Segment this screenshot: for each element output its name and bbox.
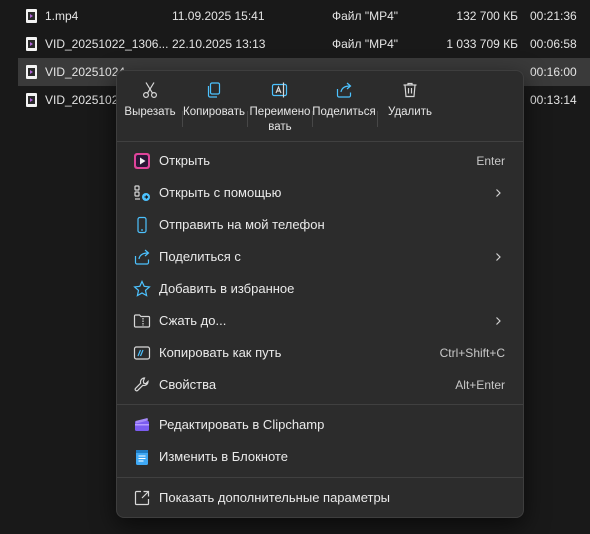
- file-name: VID_20251024: [45, 65, 126, 79]
- menu-item-edit-in-notepad[interactable]: Изменить в Блокноте: [121, 442, 519, 472]
- file-name: 1.mp4: [45, 9, 79, 23]
- media-player-icon: [134, 153, 150, 169]
- file-duration: 00:06:58: [530, 37, 577, 51]
- menu-item-copy-as-path[interactable]: Копировать как путь Ctrl+Shift+C: [121, 338, 519, 368]
- menu-item-label: Открыть: [159, 153, 211, 168]
- clipchamp-icon: [135, 418, 149, 431]
- menu-item-shortcut: Enter: [476, 154, 505, 168]
- more-options-icon: [134, 490, 150, 506]
- zip-folder-icon: [133, 314, 151, 328]
- menu-item-properties[interactable]: Свойства Alt+Enter: [121, 370, 519, 400]
- menu-item-label: Показать дополнительные параметры: [159, 490, 391, 505]
- toolbar-divider: [312, 111, 313, 127]
- rename-icon: [271, 82, 288, 98]
- menu-item-label: Изменить в Блокноте: [159, 449, 288, 464]
- menu-item-open-with[interactable]: Открыть с помощью: [121, 178, 519, 208]
- menu-item-shortcut: Ctrl+Shift+C: [439, 346, 505, 360]
- context-menu-toolbar: Вырезать Копировать Переименовать Подели…: [117, 71, 523, 139]
- menu-item-label: Копировать как путь: [159, 345, 282, 360]
- share-icon: [336, 82, 352, 98]
- rename-button[interactable]: Переименовать: [248, 77, 312, 139]
- chevron-right-icon: [496, 189, 501, 197]
- scissors-icon: [142, 82, 158, 99]
- file-duration: 00:16:00: [530, 65, 577, 79]
- cut-label: Вырезать: [124, 106, 176, 118]
- share-button[interactable]: Поделиться: [312, 77, 376, 139]
- context-menu: Вырезать Копировать Переименовать Подели…: [116, 70, 524, 518]
- file-row[interactable]: 1.mp4 11.09.2025 15:41 Файл "MP4" 132 70…: [18, 2, 590, 30]
- menu-item-edit-in-clipchamp[interactable]: Редактировать в Clipchamp: [121, 410, 519, 440]
- menu-item-label: Свойства: [159, 377, 217, 392]
- file-type: Файл "MP4": [332, 37, 399, 51]
- menu-item-send-to-phone[interactable]: Отправить на мой телефон: [121, 210, 519, 240]
- cut-button[interactable]: Вырезать: [118, 77, 182, 139]
- toolbar-divider: [182, 111, 183, 127]
- menu-item-label: Добавить в избранное: [159, 281, 295, 296]
- menu-item-label: Поделиться с: [159, 249, 241, 264]
- menu-item-label: Редактировать в Clipchamp: [159, 417, 325, 432]
- menu-item-open[interactable]: Открыть Enter: [121, 146, 519, 176]
- file-size: 1 033 709 КБ: [446, 37, 518, 51]
- file-size: 132 700 КБ: [456, 9, 518, 23]
- file-type: Файл "MP4": [332, 9, 399, 23]
- menu-item-label: Отправить на мой телефон: [159, 217, 325, 232]
- copy-label: Копировать: [183, 106, 245, 118]
- copy-button[interactable]: Копировать: [182, 77, 246, 139]
- file-date: 22.10.2025 13:13: [172, 37, 266, 51]
- file-row[interactable]: VID_20251022_1306... 22.10.2025 13:13 Фа…: [18, 30, 590, 58]
- video-file-icon: [26, 9, 37, 23]
- menu-separator: [117, 477, 523, 478]
- toolbar-divider: [377, 111, 378, 127]
- share-label: Поделиться: [312, 106, 376, 118]
- star-icon: [133, 280, 151, 297]
- file-name: VID_20251024: [45, 93, 126, 107]
- video-file-icon: [26, 65, 37, 79]
- menu-separator: [117, 404, 523, 405]
- delete-label: Удалить: [388, 106, 432, 118]
- open-with-icon: [134, 185, 150, 201]
- menu-item-label: Сжать до...: [159, 313, 227, 328]
- video-file-icon: [26, 37, 37, 51]
- file-date: 11.09.2025 15:41: [172, 9, 265, 23]
- phone-icon: [137, 216, 147, 234]
- video-file-icon: [26, 93, 37, 107]
- copy-icon: [207, 82, 221, 98]
- toolbar-divider: [247, 111, 248, 127]
- share-icon: [134, 249, 150, 265]
- chevron-right-icon: [496, 317, 501, 325]
- delete-button[interactable]: Удалить: [378, 77, 442, 139]
- menu-separator: [117, 141, 523, 142]
- notepad-icon: [136, 450, 148, 465]
- menu-item-label: Открыть с помощью: [159, 185, 282, 200]
- trash-icon: [403, 82, 417, 98]
- menu-item-compress[interactable]: Сжать до...: [121, 306, 519, 336]
- rename-label: Переименовать: [249, 106, 311, 133]
- chevron-right-icon: [496, 253, 501, 261]
- file-duration: 00:13:14: [530, 93, 577, 107]
- menu-item-show-more-options[interactable]: Показать дополнительные параметры: [121, 483, 519, 513]
- copy-path-icon: [133, 346, 151, 360]
- wrench-icon: [134, 377, 149, 392]
- menu-item-shortcut: Alt+Enter: [455, 378, 505, 392]
- file-duration: 00:21:36: [530, 9, 577, 23]
- file-name: VID_20251022_1306...: [45, 37, 169, 51]
- menu-item-share-with[interactable]: Поделиться с: [121, 242, 519, 272]
- menu-item-add-to-favorites[interactable]: Добавить в избранное: [121, 274, 519, 304]
